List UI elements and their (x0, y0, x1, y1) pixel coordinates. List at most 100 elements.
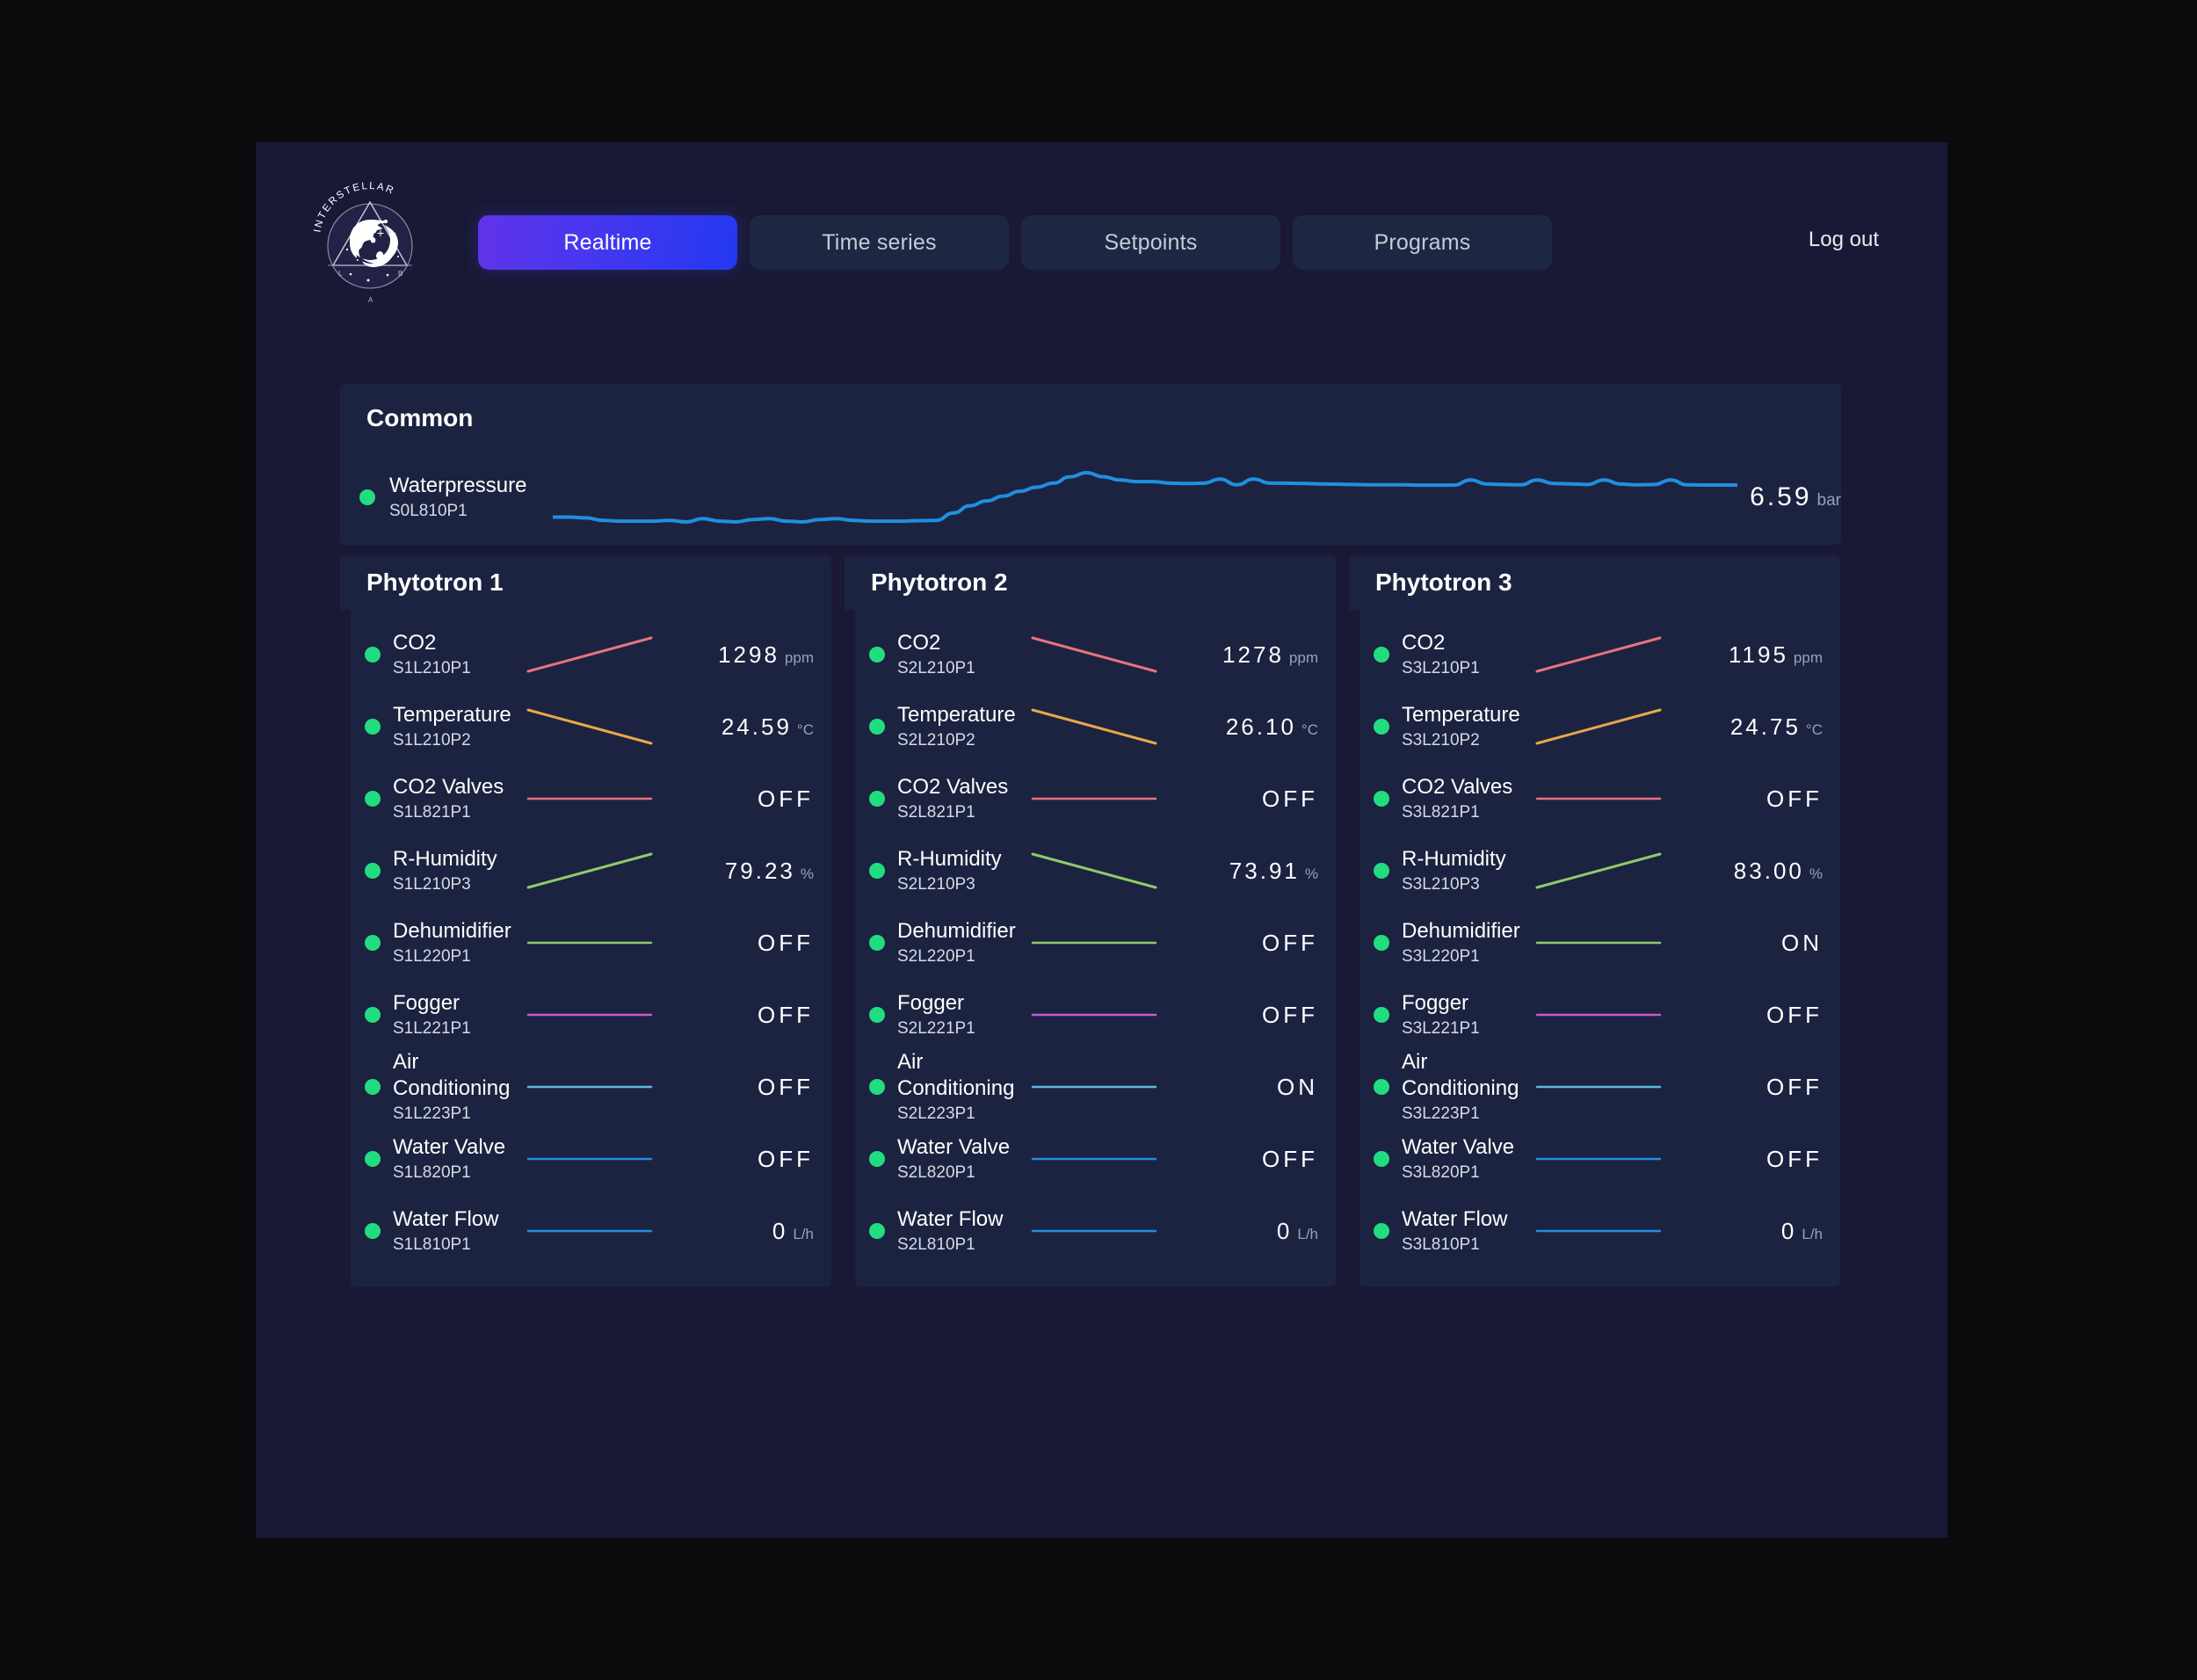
metric-row[interactable]: Water Flow S2L810P1 0 L/h (855, 1195, 1336, 1267)
metric-row[interactable]: Dehumidifier S2L220P1 OFF (855, 907, 1336, 979)
common-panel-title: Common (366, 404, 474, 431)
metric-sparkline-chart (1027, 1206, 1161, 1256)
metric-value-group: 73.91% (1168, 858, 1336, 885)
metric-sparkline-chart (1027, 1133, 1161, 1184)
metric-name: Fogger (897, 990, 965, 1015)
metric-row[interactable]: CO2 S2L210P1 1278 ppm (855, 619, 1336, 691)
metric-unit: L/h (1802, 1225, 1823, 1242)
logout-button[interactable]: Log out (1809, 228, 1879, 252)
metric-value-group: 0 L/h (663, 1218, 831, 1245)
metric-row[interactable]: Water Flow S1L810P1 0 L/h (351, 1195, 831, 1267)
metric-label-group: Fogger S3L221P1 (1402, 990, 1523, 1039)
metric-label-group: CO2 Valves S3L821P1 (1402, 774, 1523, 823)
status-dot-icon (869, 1151, 885, 1167)
metric-value: 24.75 (1729, 713, 1801, 740)
tab-time-series[interactable]: Time series (750, 215, 1009, 270)
status-dot-icon (869, 1007, 885, 1023)
metric-label-group: CO2 S2L210P1 (897, 630, 1019, 679)
phytotron-card-header: Phytotron 2 (845, 555, 1336, 610)
metric-name: Water Flow (897, 1206, 1004, 1231)
metric-name: Water Flow (393, 1206, 499, 1231)
metric-code: S2L220P1 (897, 947, 975, 967)
metric-row[interactable]: Fogger S3L221P1 OFF (1360, 979, 1840, 1051)
metric-unit: °C (1805, 721, 1823, 738)
metric-label-group: Water Valve S3L820P1 (1402, 1134, 1523, 1184)
metric-name: Air Conditioning (897, 1050, 1015, 1100)
tab-setpoints-label: Setpoints (1104, 229, 1198, 255)
phytotron-card-body: CO2 S2L210P1 1278 ppm Temperature S2L210P2 26.… (855, 610, 1336, 1286)
main-navigation-tabs: Realtime Time series Setpoints Programs (478, 215, 1552, 270)
metric-row-waterpressure[interactable]: Waterpressure S0L810P1 6.59 bar (340, 453, 1841, 541)
metric-value-group: OFF (1168, 1002, 1336, 1029)
metric-value-group: ON (1168, 1074, 1336, 1101)
metric-row[interactable]: Water Valve S1L820P1 OFF (351, 1123, 831, 1195)
metric-label-group: Air Conditioning S1L223P1 (393, 1049, 514, 1124)
metric-value-group: 6.59 bar (1748, 482, 1841, 512)
metric-row[interactable]: Temperature S2L210P2 26.10 °C (855, 691, 1336, 763)
status-dot-icon (1374, 863, 1389, 879)
metric-sparkline-chart (1532, 629, 1665, 680)
metric-name: Dehumidifier (393, 918, 511, 943)
metric-label-group: Fogger S2L221P1 (897, 990, 1019, 1039)
metric-value-group: OFF (1672, 1002, 1840, 1029)
metric-name: Water Valve (393, 1134, 506, 1159)
metric-row[interactable]: Temperature S3L210P2 24.75 °C (1360, 691, 1840, 763)
metric-row[interactable]: Water Flow S3L810P1 0 L/h (1360, 1195, 1840, 1267)
metric-row[interactable]: R-Humidity S3L210P3 83.00% (1360, 835, 1840, 907)
metric-row[interactable]: CO2 Valves S3L821P1 OFF (1360, 763, 1840, 835)
metric-code: S3L223P1 (1402, 1104, 1480, 1123)
status-dot-icon (1374, 935, 1389, 951)
metric-value: OFF (758, 1073, 814, 1100)
metric-value-group: 1278 ppm (1168, 641, 1336, 669)
metric-value: OFF (1262, 929, 1318, 956)
logo-letter-left: L (338, 270, 343, 278)
status-dot-icon (1374, 1151, 1389, 1167)
metric-row[interactable]: Fogger S1L221P1 OFF (351, 979, 831, 1051)
metric-code: S3L210P3 (1402, 875, 1480, 894)
metric-value: 0 (772, 1217, 788, 1244)
metric-row[interactable]: CO2 S1L210P1 1298 ppm (351, 619, 831, 691)
interstellar-logo-icon: INTERSTELLAR L B A (300, 169, 440, 309)
metric-name: Water Valve (1402, 1134, 1515, 1159)
metric-name: CO2 Valves (393, 774, 504, 799)
metric-row[interactable]: Temperature S1L210P2 24.59 °C (351, 691, 831, 763)
metric-label-group: CO2 S3L210P1 (1402, 630, 1523, 679)
tab-setpoints[interactable]: Setpoints (1021, 215, 1280, 270)
tab-programs[interactable]: Programs (1293, 215, 1552, 270)
metric-sparkline-chart (1027, 989, 1161, 1040)
metric-label-group: Air Conditioning S3L223P1 (1402, 1049, 1523, 1124)
metric-row[interactable]: Air Conditioning S3L223P1 OFF (1360, 1049, 1840, 1124)
metric-unit: ppm (1793, 648, 1823, 666)
metric-row[interactable]: R-Humidity S2L210P3 73.91% (855, 835, 1336, 907)
metric-row[interactable]: CO2 S3L210P1 1195 ppm (1360, 619, 1840, 691)
metric-row[interactable]: Dehumidifier S1L220P1 OFF (351, 907, 831, 979)
metric-value-group: OFF (1168, 1146, 1336, 1173)
metric-row[interactable]: Air Conditioning S1L223P1 OFF (351, 1049, 831, 1124)
status-dot-icon (365, 1079, 381, 1095)
metric-label-group: Water Flow S3L810P1 (1402, 1206, 1523, 1256)
metric-value: OFF (758, 1001, 814, 1028)
metric-row[interactable]: Dehumidifier S3L220P1 ON (1360, 907, 1840, 979)
metric-value-group: 1195 ppm (1672, 641, 1840, 669)
metric-sparkline-chart (523, 701, 656, 752)
metric-row[interactable]: CO2 Valves S1L821P1 OFF (351, 763, 831, 835)
metric-row[interactable]: Water Valve S2L820P1 OFF (855, 1123, 1336, 1195)
metric-value: 0 (1780, 1217, 1797, 1244)
metric-label-group: R-Humidity S3L210P3 (1402, 846, 1523, 895)
metric-name: Dehumidifier (1402, 918, 1520, 943)
tab-realtime[interactable]: Realtime (478, 215, 737, 270)
app-window: INTERSTELLAR L B A Realtime Time series … (256, 142, 1947, 1538)
metric-row[interactable]: R-Humidity S1L210P3 79.23% (351, 835, 831, 907)
metric-name: CO2 (897, 630, 941, 655)
metric-row[interactable]: Water Valve S3L820P1 OFF (1360, 1123, 1840, 1195)
metric-name: Temperature (1402, 702, 1520, 727)
phytotron-card-title: Phytotron 1 (366, 568, 504, 596)
metric-code: S2L821P1 (897, 803, 975, 822)
phytotron-card-header: Phytotron 3 (1349, 555, 1840, 610)
metric-row[interactable]: CO2 Valves S2L821P1 OFF (855, 763, 1336, 835)
metric-code: S2L210P3 (897, 875, 975, 894)
metric-row[interactable]: Air Conditioning S2L223P1 ON (855, 1050, 1336, 1123)
metric-label-group: Fogger S1L221P1 (393, 990, 514, 1039)
metric-row[interactable]: Fogger S2L221P1 OFF (855, 979, 1336, 1051)
metric-sparkline-chart (523, 917, 656, 968)
